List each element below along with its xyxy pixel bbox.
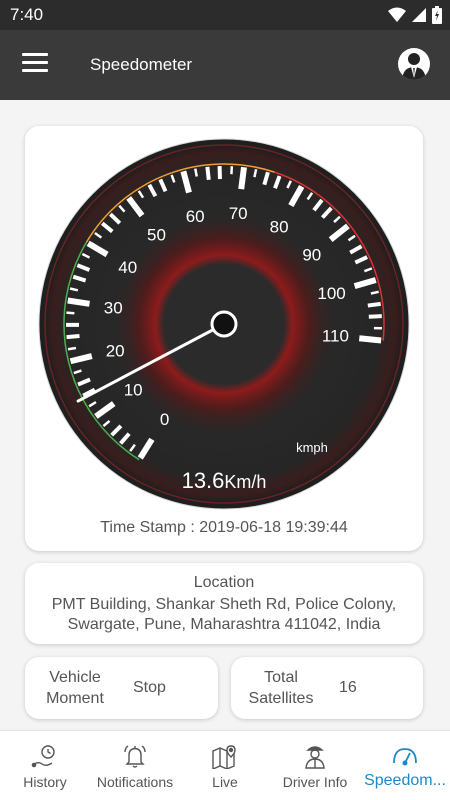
location-address: PMT Building, Shankar Sheth Rd, Police C…: [51, 596, 397, 633]
minor-tick: [370, 290, 379, 295]
nav-speedometer[interactable]: Speedom...: [360, 731, 450, 800]
page-title: Speedometer: [90, 55, 193, 74]
bell-icon: [124, 745, 146, 768]
minor-tick: [67, 346, 77, 351]
minor-tick: [253, 169, 258, 178]
needle-hub: [210, 310, 238, 338]
scale-label: 100: [317, 284, 345, 303]
speedometer-gauge: 0 10 20 30 40 50 60 70 80 90 100 110 kmph 13.6Km/h: [38, 138, 410, 510]
minor-tick: [205, 166, 211, 181]
nav-history-label: History: [23, 774, 67, 790]
scale-unit: kmph: [296, 440, 328, 455]
total-satellites-card: Total Satellites 16: [231, 657, 423, 719]
scale-label: 40: [118, 258, 137, 277]
nav-speedometer-label: Speedom...: [364, 772, 446, 789]
vehicle-moment-value: Stop: [133, 679, 166, 696]
minor-tick: [194, 168, 198, 177]
total-satellites-label: Total Satellites: [248, 669, 314, 707]
profile-button[interactable]: [398, 48, 430, 80]
speed-readout: 13.6Km/h: [182, 468, 267, 493]
vehicle-moment-card: Vehicle Moment Stop: [25, 657, 218, 719]
timestamp: Time Stamp : 2019-06-18 19:39:44: [100, 519, 348, 536]
major-tick: [358, 335, 382, 344]
minor-tick: [66, 311, 75, 315]
nav-notifications-label: Notifications: [96, 774, 174, 790]
speed-unit: Km/h: [224, 472, 266, 492]
menu-button[interactable]: [22, 53, 48, 75]
driver-icon: [305, 746, 325, 769]
scale-label: 90: [302, 245, 321, 264]
minor-tick: [66, 334, 80, 340]
minor-tick: [367, 301, 381, 308]
location-card: Location PMT Building, Shankar Sheth Rd,…: [25, 563, 423, 644]
bottom-navigation: History Notifications Live Driver Info S…: [0, 730, 450, 800]
history-icon: [31, 745, 55, 768]
scale-label: 80: [270, 217, 289, 236]
scale-label: 110: [322, 327, 349, 346]
speed-value: 13.6: [182, 468, 225, 493]
status-time: 7:40: [10, 5, 44, 24]
scale-label: 50: [147, 226, 166, 245]
nav-live[interactable]: Live: [180, 731, 270, 800]
major-tick: [67, 297, 90, 307]
speedometer-icon: [393, 748, 417, 766]
nav-driver-info-label: Driver Info: [282, 774, 348, 790]
nav-history[interactable]: History: [0, 731, 90, 800]
status-bar: 7:40: [0, 0, 450, 30]
minor-tick: [69, 287, 79, 292]
vehicle-moment-label: Vehicle Moment: [46, 669, 104, 707]
major-tick: [238, 166, 247, 190]
signal-icon: [412, 8, 426, 22]
battery-icon: [432, 6, 442, 24]
scale-label: 60: [186, 207, 205, 226]
scale-label: 0: [160, 410, 169, 429]
map-icon: [212, 745, 236, 769]
scale-label: 30: [104, 298, 123, 317]
wifi-icon: [388, 7, 406, 22]
nav-driver-info[interactable]: Driver Info: [270, 731, 360, 800]
nav-notifications[interactable]: Notifications: [90, 731, 180, 800]
nav-live-label: Live: [212, 774, 238, 790]
total-satellites-value: 16: [339, 679, 357, 696]
minor-tick: [368, 314, 382, 319]
scale-label: 20: [106, 341, 125, 360]
location-title: Location: [193, 574, 255, 591]
scale-label: 70: [229, 204, 248, 223]
scale-label: 10: [124, 381, 143, 400]
speedometer-card: 0 10 20 30 40 50 60 70 80 90 100 110 kmph 13.6Km/h …: [25, 126, 423, 551]
driver-avatar-icon: [402, 53, 426, 80]
app-bar: Speedometer: [0, 30, 450, 100]
